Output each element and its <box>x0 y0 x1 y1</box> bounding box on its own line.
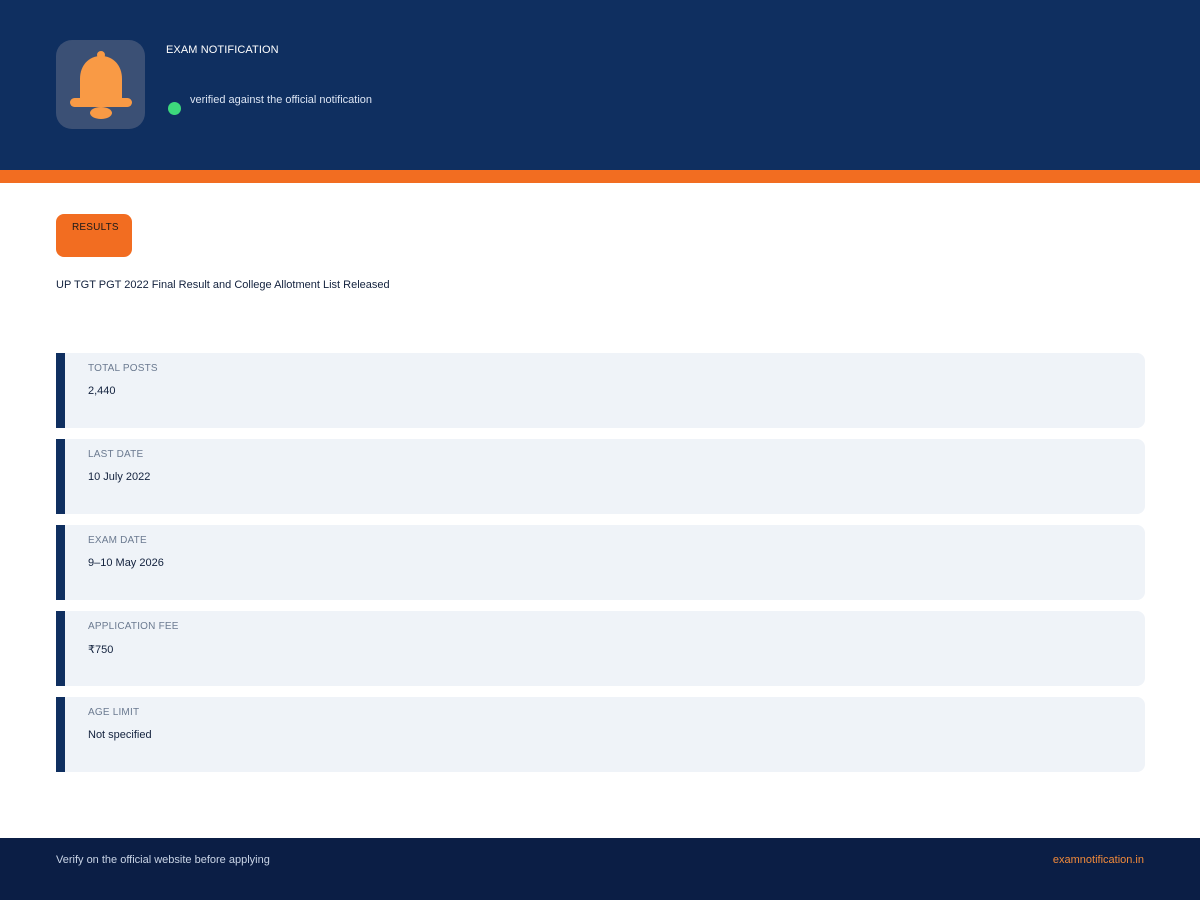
info-card-age-limit: AGE LIMIT Not specified <box>56 697 1145 772</box>
info-card-value: Not specified <box>88 729 152 741</box>
info-card-label: APPLICATION FEE <box>88 621 179 632</box>
info-card-label: EXAM DATE <box>88 535 147 546</box>
page-title: UP TGT PGT 2022 Final Result and College… <box>56 279 390 291</box>
verified-status-text: verified against the official notificati… <box>190 94 373 106</box>
info-card-value: 10 July 2022 <box>88 471 151 483</box>
footer-note: Verify on the official website before ap… <box>56 854 270 866</box>
footer: Verify on the official website before ap… <box>0 838 1200 900</box>
info-card-total-posts: TOTAL POSTS 2,440 <box>56 353 1145 428</box>
verified-status-dot <box>168 102 181 115</box>
info-card-label: LAST DATE <box>88 449 144 460</box>
accent-divider <box>0 170 1200 183</box>
info-card-label: TOTAL POSTS <box>88 363 158 374</box>
page: EXAM NOTIFICATION verified against the o… <box>0 0 1200 900</box>
info-card-value: ₹750 <box>88 644 114 656</box>
info-card-application-fee: APPLICATION FEE ₹750 <box>56 611 1145 686</box>
footer-site-link[interactable]: examnotification.in <box>1053 854 1144 866</box>
info-card-label: AGE LIMIT <box>88 707 140 718</box>
info-card-list: TOTAL POSTS 2,440 LAST DATE 10 July 2022… <box>56 353 1145 783</box>
bell-icon-graphic <box>69 50 132 119</box>
bell-icon <box>56 40 145 129</box>
info-card-value: 2,440 <box>88 385 116 397</box>
info-card-exam-date: EXAM DATE 9–10 May 2026 <box>56 525 1145 600</box>
category-badge: RESULTS <box>56 214 132 257</box>
header-label: EXAM NOTIFICATION <box>166 44 279 56</box>
header: EXAM NOTIFICATION verified against the o… <box>0 0 1200 170</box>
info-card-value: 9–10 May 2026 <box>88 557 164 569</box>
info-card-last-date: LAST DATE 10 July 2022 <box>56 439 1145 514</box>
